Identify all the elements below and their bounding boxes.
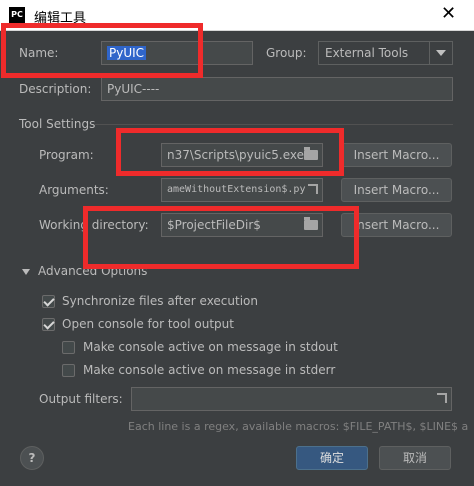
output-filters-label: Output filters:: [39, 392, 123, 406]
insert-macro-button-arguments[interactable]: Insert Macro...: [341, 178, 452, 202]
insert-macro-button-program[interactable]: Insert Macro...: [341, 143, 452, 167]
checkbox-label-open-console: Open console for tool output: [62, 317, 234, 331]
working-directory-input-value: $ProjectFileDir$: [167, 218, 261, 232]
checkbox-open-console[interactable]: [42, 318, 55, 331]
group-dropdown-value: External Tools: [325, 46, 409, 60]
folder-icon[interactable]: [304, 147, 318, 160]
name-label: Name:: [19, 46, 59, 60]
checkbox-synchronize-files[interactable]: [42, 295, 55, 308]
description-input[interactable]: PyUIC----: [101, 77, 453, 101]
checkbox-label-console-stdout: Make console active on message in stdout: [83, 340, 338, 354]
working-directory-label: Working directory:: [39, 218, 149, 232]
section-divider: [94, 124, 453, 125]
program-label: Program:: [39, 148, 94, 162]
arguments-input-value: ameWithoutExtension$.py: [167, 184, 306, 195]
description-label: Description:: [19, 82, 92, 96]
arguments-label: Arguments:: [39, 183, 109, 197]
insert-macro-button-working-dir[interactable]: Insert Macro...: [341, 213, 452, 237]
ok-button[interactable]: 确定: [296, 446, 368, 470]
name-input-value: PyUIC: [107, 46, 147, 60]
chevron-down-icon: [429, 42, 452, 64]
output-filters-hint: Each line is a regex, available macros: …: [128, 420, 469, 433]
working-directory-input[interactable]: $ProjectFileDir$: [161, 213, 323, 237]
checkbox-label-console-stderr: Make console active on message in stderr: [83, 363, 336, 377]
cancel-button[interactable]: 取消: [379, 446, 451, 470]
advanced-options-heading[interactable]: Advanced Options: [38, 264, 147, 278]
checkbox-console-stderr[interactable]: [62, 364, 75, 377]
pycharm-app-icon: PC: [9, 7, 25, 23]
expand-icon[interactable]: [437, 393, 447, 403]
program-input-value: n37\Scripts\pyuic5.exe: [167, 148, 305, 162]
help-button[interactable]: ?: [20, 446, 44, 470]
output-filters-input[interactable]: [131, 387, 452, 411]
group-dropdown[interactable]: External Tools: [318, 41, 453, 65]
tool-settings-heading: Tool Settings: [19, 117, 96, 131]
window-title: 编辑工具: [34, 11, 87, 26]
expand-icon[interactable]: [308, 184, 318, 194]
collapse-triangle-icon[interactable]: [22, 269, 30, 275]
arguments-input[interactable]: ameWithoutExtension$.py: [161, 178, 323, 202]
title-bar: PC 编辑工具 ✕: [0, 0, 474, 31]
name-input[interactable]: PyUIC: [101, 41, 253, 65]
checkbox-console-stdout[interactable]: [62, 341, 75, 354]
program-input[interactable]: n37\Scripts\pyuic5.exe: [161, 143, 323, 167]
checkbox-label-synchronize-files: Synchronize files after execution: [62, 294, 258, 308]
close-icon[interactable]: ✕: [441, 3, 456, 24]
group-label: Group:: [266, 46, 307, 60]
folder-icon[interactable]: [304, 217, 318, 230]
